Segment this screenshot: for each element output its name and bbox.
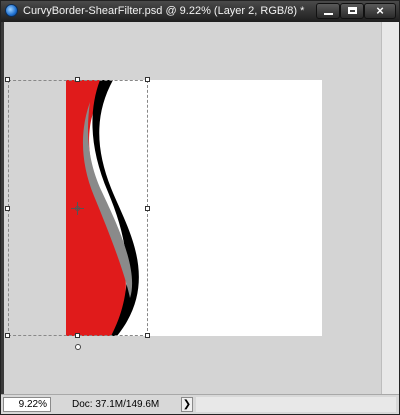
- minimize-icon: [324, 13, 333, 15]
- document-size-info[interactable]: Doc: 37.1M/149.6M: [72, 399, 159, 411]
- transform-handle-bottom-center[interactable]: [75, 333, 80, 338]
- canvas-area[interactable]: [4, 22, 381, 394]
- transform-handle-bottom-right[interactable]: [145, 333, 150, 338]
- rotate-handle[interactable]: [75, 344, 81, 350]
- window-title: CurvyBorder-ShearFilter.psd @ 9.22% (Lay…: [23, 5, 305, 17]
- close-button[interactable]: ×: [364, 3, 396, 19]
- title-bar[interactable]: CurvyBorder-ShearFilter.psd @ 9.22% (Lay…: [1, 1, 399, 22]
- transform-handle-middle-left[interactable]: [5, 206, 10, 211]
- zoom-level-field[interactable]: 9.22%: [3, 397, 51, 412]
- status-menu-arrow-button[interactable]: ❯: [181, 397, 193, 412]
- photoshop-app-icon[interactable]: [5, 4, 18, 17]
- transform-handle-top-left[interactable]: [5, 77, 10, 82]
- maximize-button[interactable]: [340, 3, 364, 19]
- close-icon: ×: [376, 3, 384, 18]
- document-window: CurvyBorder-ShearFilter.psd @ 9.22% (Lay…: [0, 0, 400, 415]
- status-bar: 9.22% Doc: 37.1M/149.6M ❯: [1, 394, 399, 414]
- minimize-button[interactable]: [316, 3, 340, 19]
- vertical-scrollbar[interactable]: [381, 22, 399, 410]
- transform-handle-top-center[interactable]: [75, 77, 80, 82]
- horizontal-scrollbar[interactable]: [196, 397, 396, 412]
- crosshair-icon[interactable]: [71, 202, 84, 215]
- transform-handle-bottom-left[interactable]: [5, 333, 10, 338]
- transform-handle-top-right[interactable]: [145, 77, 150, 82]
- maximize-icon: [348, 7, 357, 14]
- transform-handle-middle-right[interactable]: [145, 206, 150, 211]
